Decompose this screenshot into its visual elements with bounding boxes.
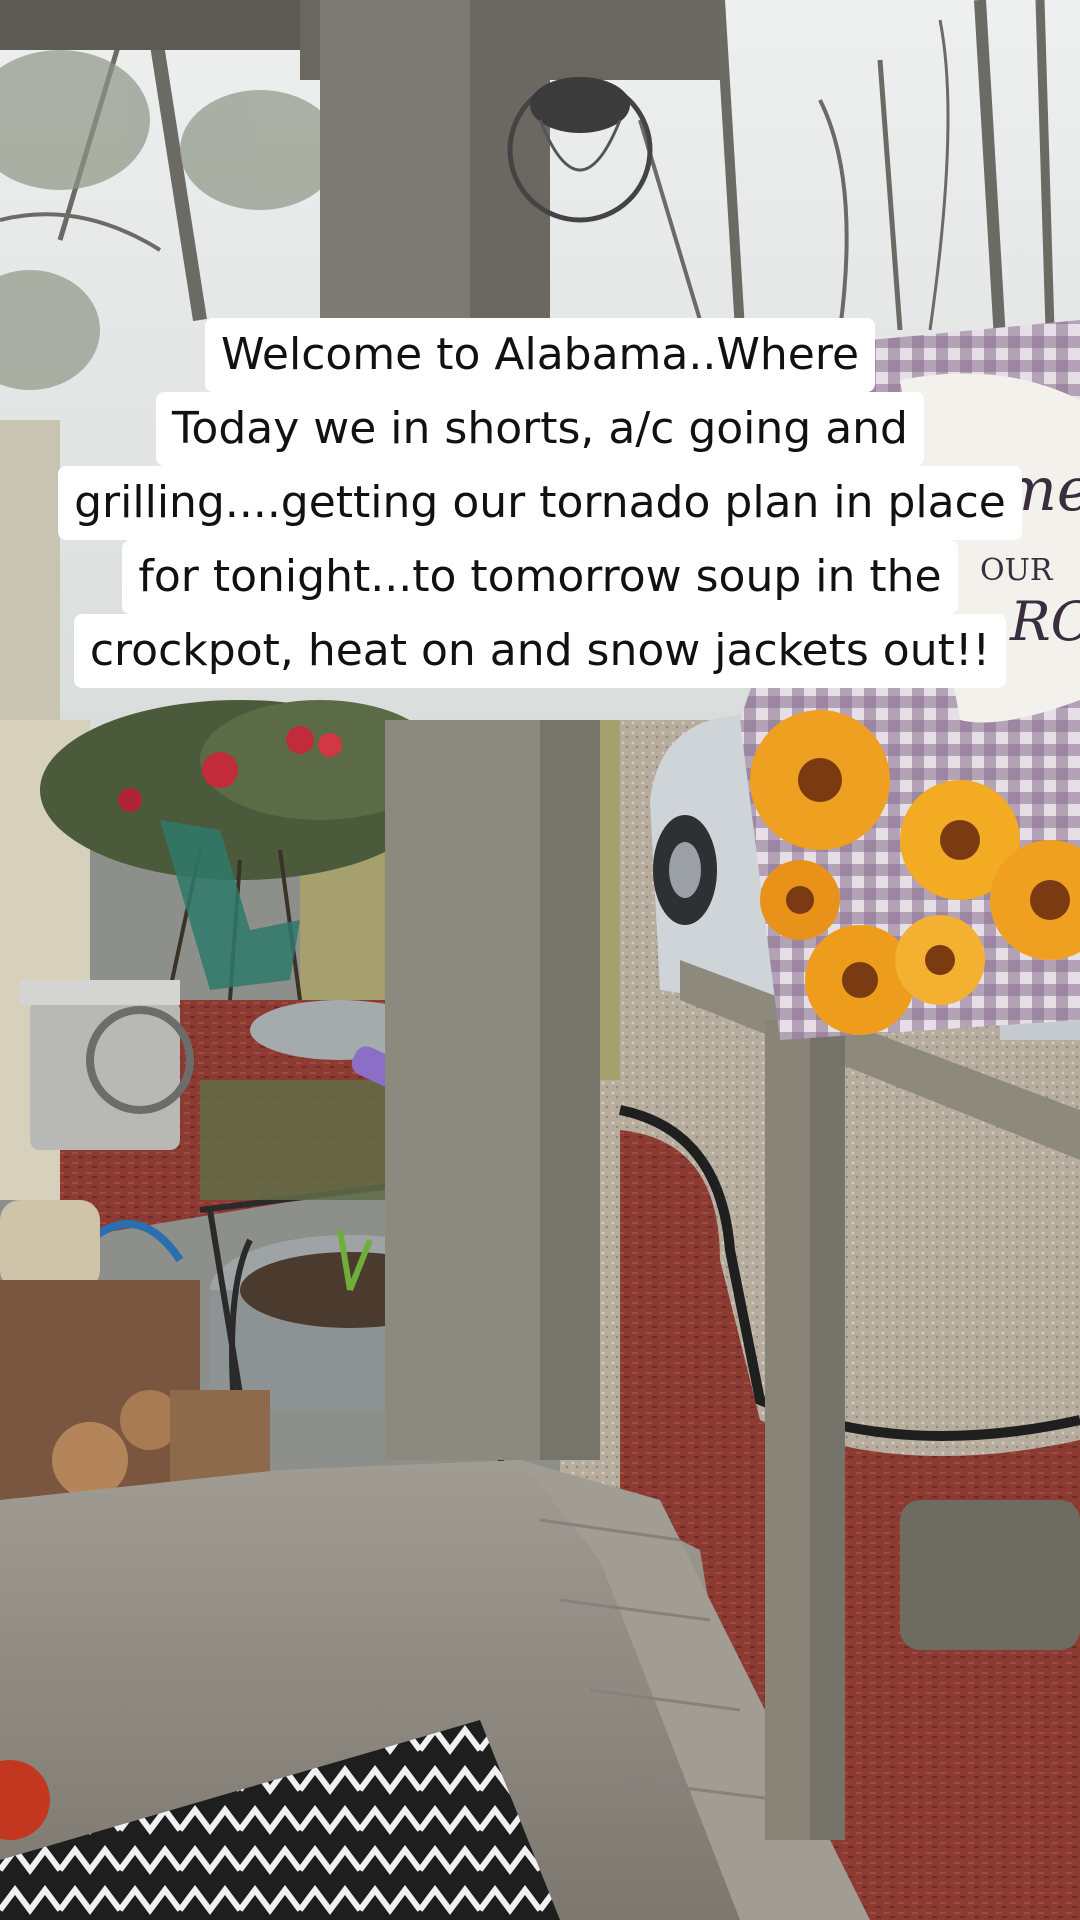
caption-line-4: for tonight...to tomorrow soup in the bbox=[122, 540, 958, 614]
caption-line-5: crockpot, heat on and snow jackets out!! bbox=[73, 614, 1007, 688]
caption-line-2: Today we in shorts, a/c going and bbox=[156, 392, 924, 466]
caption-line-3: grilling....getting our tornado plan in … bbox=[58, 466, 1022, 540]
caption-overlay: Welcome to Alabama..Where Today we in sh… bbox=[0, 318, 1080, 688]
caption-line-1: Welcome to Alabama..Where bbox=[204, 318, 876, 392]
porch-post-shade bbox=[540, 720, 600, 1460]
porch-photo: me OUR RCH bbox=[0, 0, 1080, 1920]
